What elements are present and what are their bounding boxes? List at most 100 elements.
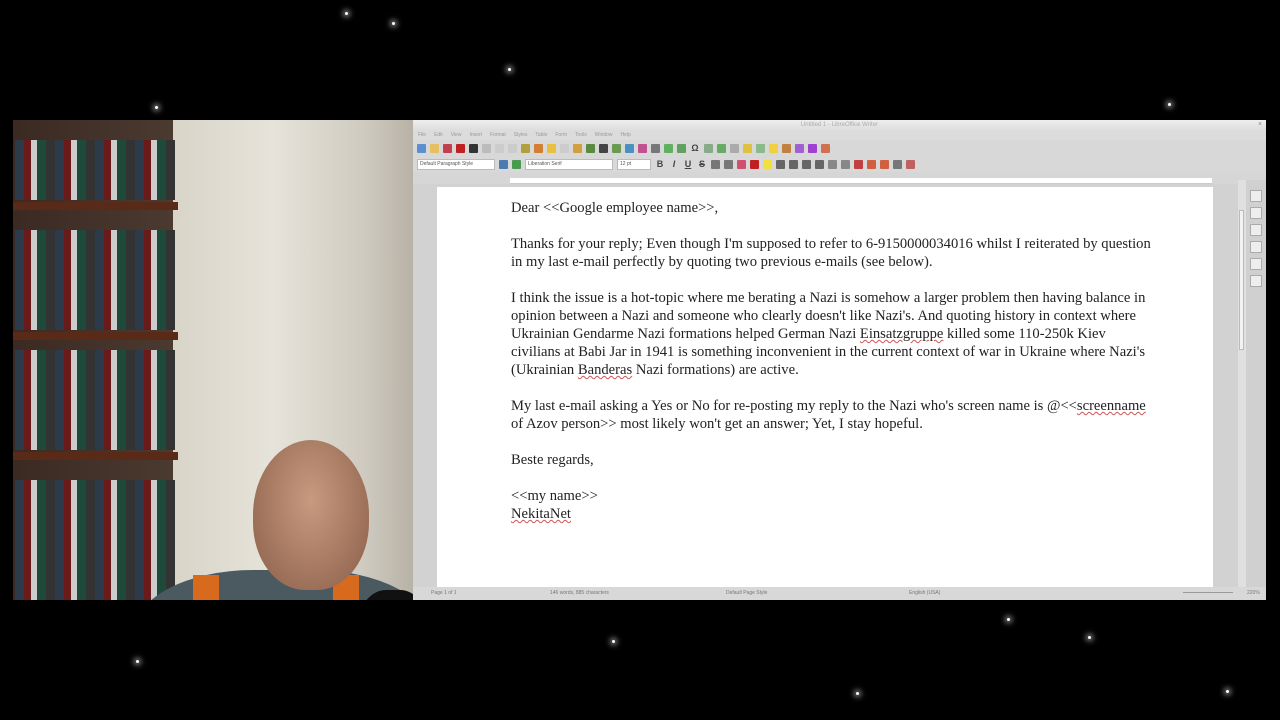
cut-icon[interactable] [495,143,504,153]
menu-insert[interactable]: Insert [469,130,482,140]
properties-icon[interactable] [1250,190,1262,202]
draw-functions-icon[interactable] [821,143,830,153]
zoom-level[interactable]: 220% [1247,587,1260,600]
clone-formatting-icon[interactable] [534,143,543,153]
closing: Beste regards, [511,452,594,468]
page-style[interactable]: Default Page Style [726,587,767,600]
comment-icon[interactable] [769,143,778,153]
superscript-icon[interactable] [711,159,720,169]
decrease-indent-icon[interactable] [880,159,889,169]
writer-window: Untitled 1 - LibreOffice Writer × File E… [413,120,1266,600]
bookshelf [15,230,175,330]
star [136,660,139,663]
underline-button[interactable]: U [683,159,693,169]
window-title: Untitled 1 - LibreOffice Writer [800,122,879,128]
menu-form[interactable]: Form [555,130,567,140]
bold-button[interactable]: B [655,159,665,169]
styles-icon[interactable] [1250,207,1262,219]
text-box-icon[interactable] [651,143,660,153]
insert-field-icon[interactable] [677,143,686,153]
shapes-icon[interactable] [808,143,817,153]
align-right-icon[interactable] [802,159,811,169]
hyperlink-icon[interactable] [704,143,713,153]
scroll-thumb[interactable] [1239,210,1244,350]
document-text[interactable]: Dear <<Google employee name>>, Thanks fo… [511,199,1151,523]
navigator-icon[interactable] [1250,241,1262,253]
find-replace-icon[interactable] [573,143,582,153]
redo-icon[interactable] [560,143,569,153]
save-icon[interactable] [443,143,452,153]
justify-icon[interactable] [815,159,824,169]
font-color-icon[interactable] [750,159,759,169]
close-button[interactable]: × [1258,120,1262,130]
page-break-icon[interactable] [664,143,673,153]
font-name-select[interactable]: Liberation Serif [525,158,613,170]
paragraph-1: Thanks for your reply; Even though I'm s… [511,236,1151,270]
status-bar: Page 1 of 1 146 words, 885 characters De… [413,587,1266,600]
menu-edit[interactable]: Edit [434,130,443,140]
copy-icon[interactable] [508,143,517,153]
page-icon[interactable] [1250,258,1262,270]
print-icon[interactable] [469,143,478,153]
document-area: Dear <<Google employee name>>, Thanks fo… [413,184,1238,587]
align-left-icon[interactable] [776,159,785,169]
line-spacing-icon[interactable] [893,159,902,169]
menu-file[interactable]: File [418,130,426,140]
special-character-button[interactable]: Ω [690,143,700,153]
star [1226,690,1229,693]
numbered-list-icon[interactable] [841,159,850,169]
italic-button[interactable]: I [669,159,679,169]
insert-table-icon[interactable] [612,143,621,153]
insert-image-icon[interactable] [625,143,634,153]
open-icon[interactable] [430,143,439,153]
bullet-list-icon[interactable] [828,159,837,169]
gallery-icon[interactable] [1250,224,1262,236]
menu-table[interactable]: Table [535,130,547,140]
new-style-icon[interactable] [512,159,521,169]
footnote-icon[interactable] [717,143,726,153]
endnote-icon[interactable] [730,143,739,153]
menu-styles[interactable]: Styles [514,130,528,140]
bookmark-icon[interactable] [743,143,752,153]
paragraph-icon[interactable] [906,159,915,169]
vertical-scrollbar[interactable] [1238,180,1246,587]
highlight-icon[interactable] [763,159,772,169]
clear-formatting-icon[interactable] [737,159,746,169]
shelf [13,202,178,210]
export-pdf-icon[interactable] [456,143,465,153]
track-changes-icon[interactable] [782,143,791,153]
star [1088,636,1091,639]
shelf [13,332,178,340]
update-style-icon[interactable] [499,159,508,169]
increase-indent-icon[interactable] [867,159,876,169]
paragraph-style-select[interactable]: Default Paragraph Style [417,158,495,170]
undo-icon[interactable] [547,143,556,153]
language[interactable]: English (USA) [909,587,940,600]
outline-icon[interactable] [854,159,863,169]
align-center-icon[interactable] [789,159,798,169]
menu-view[interactable]: View [451,130,462,140]
insert-chart-icon[interactable] [638,143,647,153]
manage-changes-icon[interactable] [1250,275,1262,287]
menu-help[interactable]: Help [621,130,631,140]
menu-bar: File Edit View Insert Format Styles Tabl… [413,130,1266,140]
formatting-marks-icon[interactable] [599,143,608,153]
menu-window[interactable]: Window [595,130,613,140]
menu-format[interactable]: Format [490,130,506,140]
star [508,68,511,71]
spelling-icon[interactable] [586,143,595,153]
subscript-icon[interactable] [724,159,733,169]
new-document-icon[interactable] [417,143,426,153]
menu-tools[interactable]: Tools [575,130,587,140]
print-preview-icon[interactable] [482,143,491,153]
line-icon[interactable] [795,143,804,153]
page-count[interactable]: Page 1 of 1 [431,587,457,600]
shelf [13,452,178,460]
zoom-slider[interactable] [1183,592,1233,593]
font-size-select[interactable]: 12 pt [617,158,651,170]
cross-reference-icon[interactable] [756,143,765,153]
paste-icon[interactable] [521,143,530,153]
word-count[interactable]: 146 words, 885 characters [550,587,609,600]
document-page[interactable]: Dear <<Google employee name>>, Thanks fo… [437,187,1213,587]
strikethrough-button[interactable]: S [697,159,707,169]
